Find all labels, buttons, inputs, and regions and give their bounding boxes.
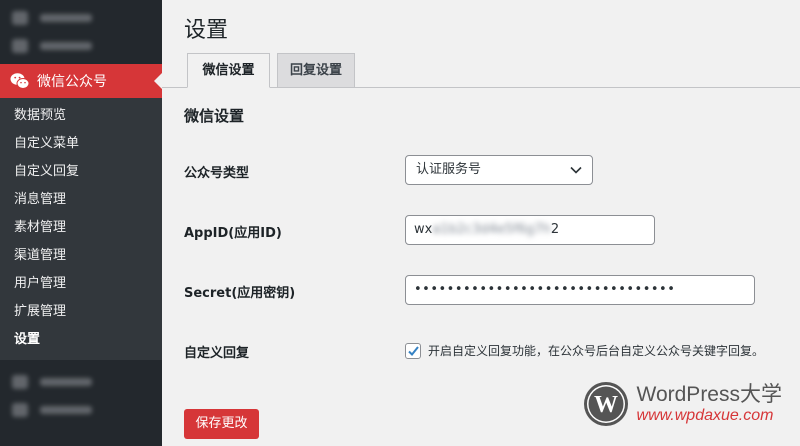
save-button[interactable]: 保存更改	[184, 409, 259, 439]
auto-reply-checkbox-label: 开启自定义回复功能，在公众号后台自定义公众号关键字回复。	[428, 344, 765, 358]
tab-reply-settings[interactable]: 回复设置	[277, 53, 355, 88]
blurred-menu-item[interactable]	[0, 4, 162, 32]
account-type-value: 认证服务号	[416, 162, 482, 177]
auto-reply-label: 自定义回复	[184, 346, 250, 361]
submenu-item-message-management[interactable]: 消息管理	[0, 186, 162, 214]
submenu-item-channel-management[interactable]: 渠道管理	[0, 242, 162, 270]
blurred-menu-top	[0, 0, 162, 60]
tab-wechat-settings[interactable]: 微信设置	[187, 53, 270, 88]
main-content: 设置 微信设置 回复设置 微信设置 公众号类型 认证服务号 AppID(应用ID…	[162, 0, 800, 446]
admin-sidebar: 微信公众号 数据预览 自定义菜单 自定义回复 消息管理 素材管理 渠道管理 用户…	[0, 0, 162, 446]
blurred-menu-item[interactable]	[0, 368, 162, 396]
submenu-item-data-overview[interactable]: 数据预览	[0, 102, 162, 130]
submenu-item-custom-menu[interactable]: 自定义菜单	[0, 130, 162, 158]
watermark-title: WordPress大学	[636, 383, 782, 406]
submenu-item-user-management[interactable]: 用户管理	[0, 270, 162, 298]
watermark-url: www.wpdaxue.com	[636, 407, 774, 424]
account-type-label: 公众号类型	[184, 166, 250, 181]
secret-label: Secret(应用密钥)	[184, 286, 296, 301]
wordpress-logo-icon: W	[583, 382, 628, 426]
blurred-menu-bottom	[0, 360, 162, 424]
menu-item-wechat-label: 微信公众号	[37, 74, 107, 90]
svg-text:W: W	[594, 392, 618, 418]
checkmark-icon	[408, 345, 419, 356]
submenu-item-custom-reply[interactable]: 自定义回复	[0, 158, 162, 186]
menu-item-wechat[interactable]: 微信公众号	[0, 64, 162, 98]
wechat-icon	[10, 73, 30, 89]
appid-label: AppID(应用ID)	[184, 226, 282, 241]
watermark: W WordPress大学 www.wpdaxue.com	[583, 381, 782, 427]
section-title: 微信设置	[184, 107, 245, 125]
appid-value-start: wx	[414, 222, 433, 237]
watermark-text: WordPress大学 www.wpdaxue.com	[637, 383, 782, 425]
auto-reply-checkbox[interactable]	[405, 342, 421, 359]
submenu-item-settings[interactable]: 设置	[0, 326, 162, 354]
appid-input[interactable]: wxa1b2c3d4e5f6g7h2	[405, 215, 655, 245]
blurred-menu-item[interactable]	[0, 32, 162, 60]
blurred-menu-item[interactable]	[0, 396, 162, 424]
secret-input[interactable]: ••••••••••••••••••••••••••••••••	[405, 275, 755, 305]
page-title: 设置	[184, 18, 229, 43]
appid-value-end: 2	[550, 222, 560, 237]
submenu-item-extension-management[interactable]: 扩展管理	[0, 298, 162, 326]
wechat-submenu: 数据预览 自定义菜单 自定义回复 消息管理 素材管理 渠道管理 用户管理 扩展管…	[0, 98, 162, 360]
auto-reply-option: 开启自定义回复功能，在公众号后台自定义公众号关键字回复。	[405, 342, 764, 359]
chevron-down-icon	[570, 166, 582, 174]
submenu-item-material-management[interactable]: 素材管理	[0, 214, 162, 242]
appid-redacted: a1b2c3d4e5f6g7h	[432, 222, 551, 237]
account-type-select[interactable]: 认证服务号	[405, 155, 593, 185]
